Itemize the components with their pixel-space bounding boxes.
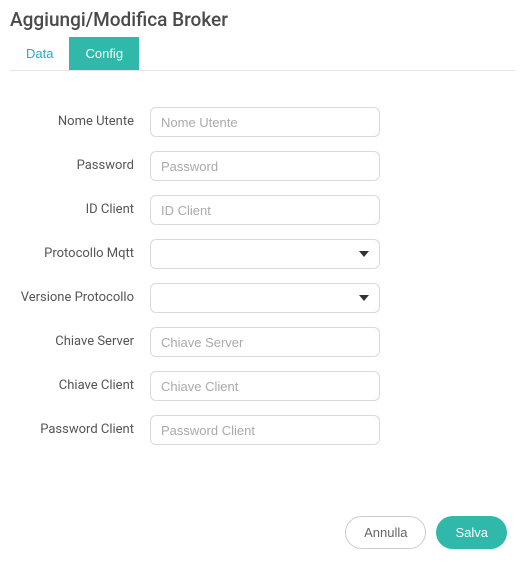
row-chiave-client: Chiave Client [20, 371, 505, 401]
cancel-button[interactable]: Annulla [345, 516, 426, 549]
footer-actions: Annulla Salva [345, 516, 507, 549]
label-password: Password [20, 151, 150, 175]
row-password-client: Password Client [20, 415, 505, 445]
label-chiave-server: Chiave Server [20, 327, 150, 351]
input-password[interactable] [150, 151, 380, 181]
select-protocollo-mqtt[interactable] [150, 239, 380, 269]
row-versione-protocollo: Versione Protocollo [20, 283, 505, 313]
input-chiave-server[interactable] [150, 327, 380, 357]
row-nome-utente: Nome Utente [20, 107, 505, 137]
input-chiave-client[interactable] [150, 371, 380, 401]
row-chiave-server: Chiave Server [20, 327, 505, 357]
label-protocollo-mqtt: Protocollo Mqtt [20, 239, 150, 263]
label-password-client: Password Client [20, 415, 150, 439]
label-nome-utente: Nome Utente [20, 107, 150, 131]
label-chiave-client: Chiave Client [20, 371, 150, 395]
tab-data[interactable]: Data [10, 37, 69, 70]
input-password-client[interactable] [150, 415, 380, 445]
input-nome-utente[interactable] [150, 107, 380, 137]
input-id-client[interactable] [150, 195, 380, 225]
config-form: Nome Utente Password ID Client Protocoll… [0, 71, 525, 469]
page-title: Aggiungi/Modifica Broker [10, 8, 515, 31]
tab-config[interactable]: Config [69, 37, 139, 70]
select-versione-protocollo[interactable] [150, 283, 380, 313]
label-id-client: ID Client [20, 195, 150, 219]
row-password: Password [20, 151, 505, 181]
row-id-client: ID Client [20, 195, 505, 225]
row-protocollo-mqtt: Protocollo Mqtt [20, 239, 505, 269]
label-versione-protocollo: Versione Protocollo [20, 283, 150, 307]
header: Aggiungi/Modifica Broker Data Config [0, 0, 525, 71]
tabs: Data Config [10, 37, 515, 71]
save-button[interactable]: Salva [436, 516, 507, 549]
